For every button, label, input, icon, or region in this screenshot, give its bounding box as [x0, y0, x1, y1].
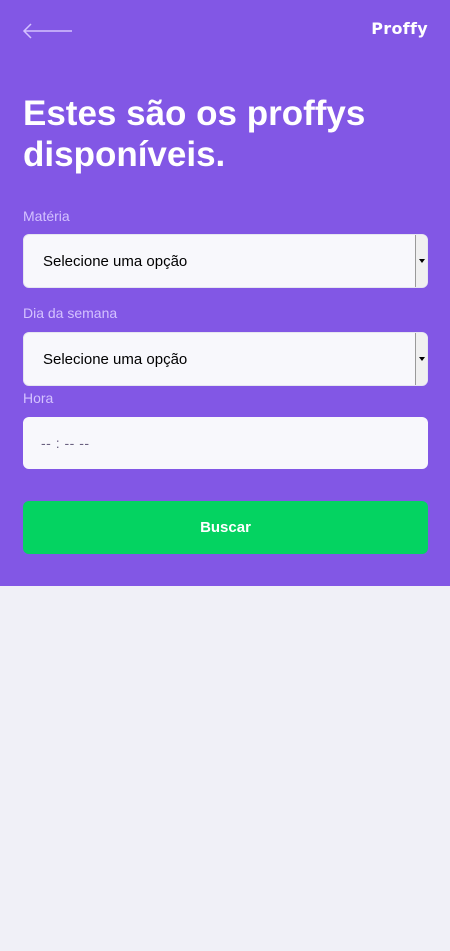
chevron-down-icon[interactable]: [415, 235, 427, 287]
time-input[interactable]: -- : -- --: [23, 417, 428, 469]
weekday-select-value: Selecione uma opção: [43, 350, 188, 368]
page-header: Proffy Estes são os proffys disponíveis.…: [0, 0, 450, 586]
subject-label: Matéria: [23, 208, 70, 224]
subject-select-value: Selecione uma opção: [43, 252, 188, 270]
arrow-left-icon[interactable]: [22, 22, 74, 40]
search-button[interactable]: Buscar: [23, 501, 428, 554]
logo: Proffy: [371, 19, 428, 38]
weekday-label: Dia da semana: [23, 305, 118, 321]
time-input-value: -- : -- --: [41, 435, 90, 451]
weekday-select[interactable]: Selecione uma opção: [23, 332, 428, 386]
subject-select[interactable]: Selecione uma opção: [23, 234, 428, 288]
time-label: Hora: [23, 390, 54, 406]
chevron-down-icon[interactable]: [415, 333, 427, 385]
page-title: Estes são os proffys disponíveis.: [23, 94, 366, 174]
